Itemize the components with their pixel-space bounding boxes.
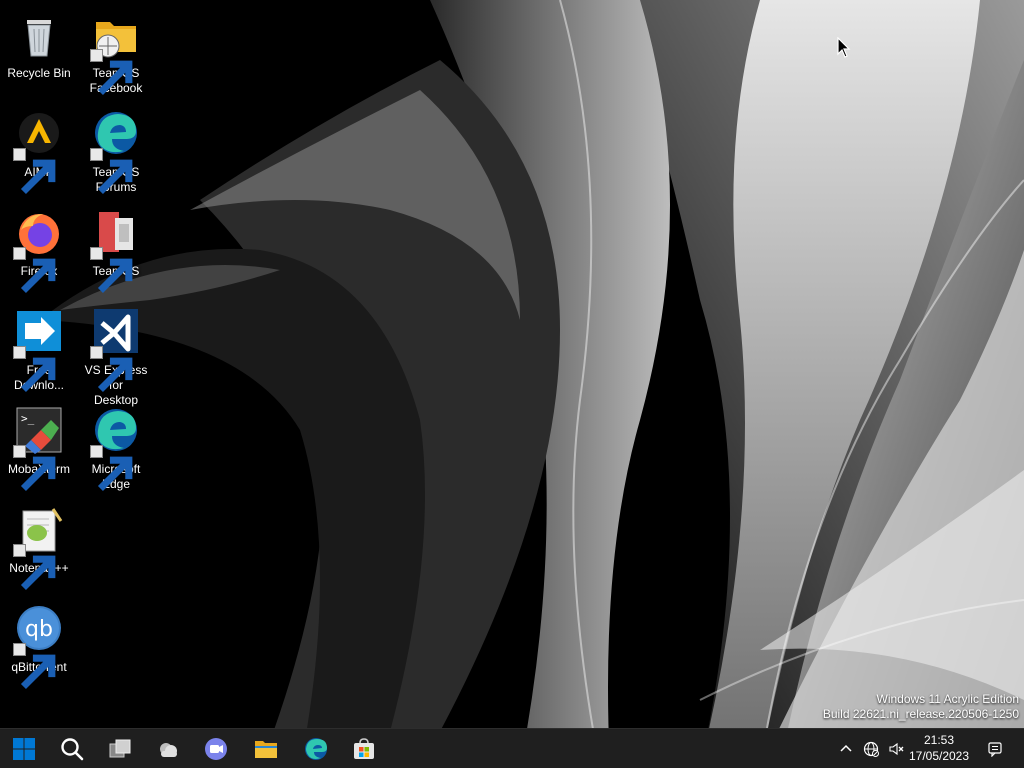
network-button[interactable] <box>862 735 880 763</box>
globe-network-icon <box>863 741 879 757</box>
taskbar: 21:53 17/05/2023 <box>0 728 1024 768</box>
edge-icon <box>90 109 142 195</box>
desktop-icon-teamos-facebook[interactable]: TeamOS Facebook <box>77 6 155 102</box>
desktop-icon-recycle-bin[interactable]: Recycle Bin <box>0 6 78 102</box>
folder-icon <box>90 10 142 96</box>
weather-cloud-icon <box>160 743 177 757</box>
tray-overflow-button[interactable] <box>838 735 854 763</box>
shortcut-arrow-icon <box>90 247 133 294</box>
edge-icon <box>305 738 327 760</box>
speaker-muted-icon <box>889 742 904 756</box>
firefox-icon <box>13 208 65 294</box>
desktop-icon-mobaxterm[interactable]: >_ MobaXterm <box>0 402 78 498</box>
aimp-icon <box>13 109 65 195</box>
desktop-icon-teamos-forums[interactable]: TeamOS Forums <box>77 105 155 201</box>
shortcut-arrow-icon <box>13 247 56 294</box>
clock-date: 17/05/2023 <box>908 749 970 763</box>
desktop-icon-firefox[interactable]: Firefox <box>0 204 78 300</box>
notification-center-button[interactable] <box>986 735 1004 763</box>
clock-time: 21:53 <box>923 733 955 747</box>
desktop-icon-free-download[interactable]: Free Downlo... <box>0 303 78 399</box>
desktop-icon-vs-express[interactable]: VS Express for Desktop <box>77 303 155 407</box>
chat-button[interactable] <box>196 733 236 765</box>
desktop-icon-aimp[interactable]: AIMP <box>0 105 78 201</box>
shortcut-arrow-icon <box>13 544 56 591</box>
store-icon <box>354 738 374 759</box>
shortcut-arrow-icon <box>13 445 56 492</box>
desktop-icon-qbittorrent[interactable]: qb qBittorrent <box>0 600 78 696</box>
windows-logo-icon <box>13 738 35 760</box>
desktop-icon-microsoft-edge[interactable]: Microsoft Edge <box>77 402 155 498</box>
visual-studio-icon <box>90 307 142 393</box>
widgets-button[interactable] <box>148 733 188 765</box>
shortcut-arrow-icon <box>90 346 133 393</box>
start-button[interactable] <box>4 733 44 765</box>
task-view-icon <box>109 739 131 758</box>
clock[interactable]: 21:53 17/05/2023 <box>906 732 972 764</box>
task-view-button[interactable] <box>100 733 140 765</box>
shortcut-arrow-icon <box>90 445 133 492</box>
edge-icon <box>90 406 142 492</box>
mouse-cursor-icon <box>837 37 851 58</box>
teams-chat-icon <box>205 738 227 760</box>
svg-text:>_: >_ <box>21 412 35 425</box>
free-download-manager-icon <box>13 307 65 393</box>
shortcut-arrow-icon <box>90 148 133 195</box>
watermark-build: Build 22621.ni_release.220506-1250 <box>822 707 1019 721</box>
chevron-up-icon <box>840 744 852 752</box>
search-icon <box>61 738 84 761</box>
volume-button[interactable] <box>887 735 905 763</box>
shortcut-arrow-icon <box>90 49 133 96</box>
search-button[interactable] <box>52 733 92 765</box>
file-explorer-button[interactable] <box>246 733 286 765</box>
store-button[interactable] <box>344 733 384 765</box>
watermark-edition: Windows 11 Acrylic Edition <box>876 692 1020 706</box>
shortcut-arrow-icon <box>13 148 56 195</box>
notification-icon <box>988 742 1002 757</box>
desktop-icon-label: Recycle Bin <box>7 66 71 80</box>
desktop-icon-notepad-plus-plus[interactable]: Notepad++ <box>0 501 78 597</box>
recycle-bin-icon <box>13 10 65 62</box>
notepad-plus-plus-icon <box>13 505 65 591</box>
shortcut-arrow-icon <box>13 643 56 690</box>
qbittorrent-icon: qb <box>13 604 65 690</box>
teamos-icon <box>90 208 142 294</box>
windows-build-watermark: Windows 11 Acrylic Edition Build 22621.n… <box>823 692 1019 722</box>
desktop-icon-teamos[interactable]: TeamOS <box>77 204 155 300</box>
folder-icon <box>255 741 277 758</box>
mobaxterm-icon: >_ <box>13 406 65 492</box>
shortcut-arrow-icon <box>13 346 56 393</box>
edge-taskbar-button[interactable] <box>296 733 336 765</box>
svg-text:qb: qb <box>25 617 53 642</box>
